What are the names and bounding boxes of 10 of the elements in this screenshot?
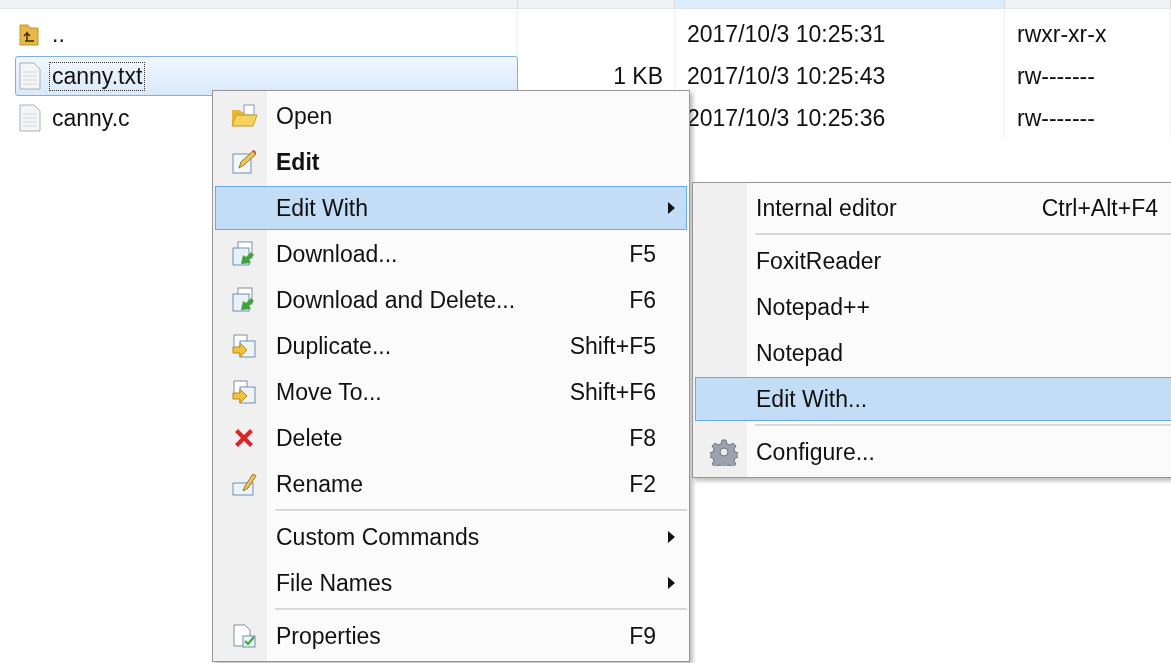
file-name: canny.c (51, 104, 131, 132)
file-permissions: rw------- (1016, 62, 1096, 90)
modified-date: 2017/10/3 10:25:36 (686, 104, 887, 132)
file-name: canny.txt (50, 62, 145, 90)
file-permissions: rwxr-xr-x (1016, 20, 1108, 48)
file-size: 1 KB (612, 62, 664, 90)
file-name: .. (51, 20, 66, 48)
file-permissions: rw------- (1016, 104, 1096, 132)
modified-date: 2017/10/3 10:25:31 (686, 20, 887, 48)
modified-date: 2017/10/3 10:25:43 (686, 62, 887, 90)
